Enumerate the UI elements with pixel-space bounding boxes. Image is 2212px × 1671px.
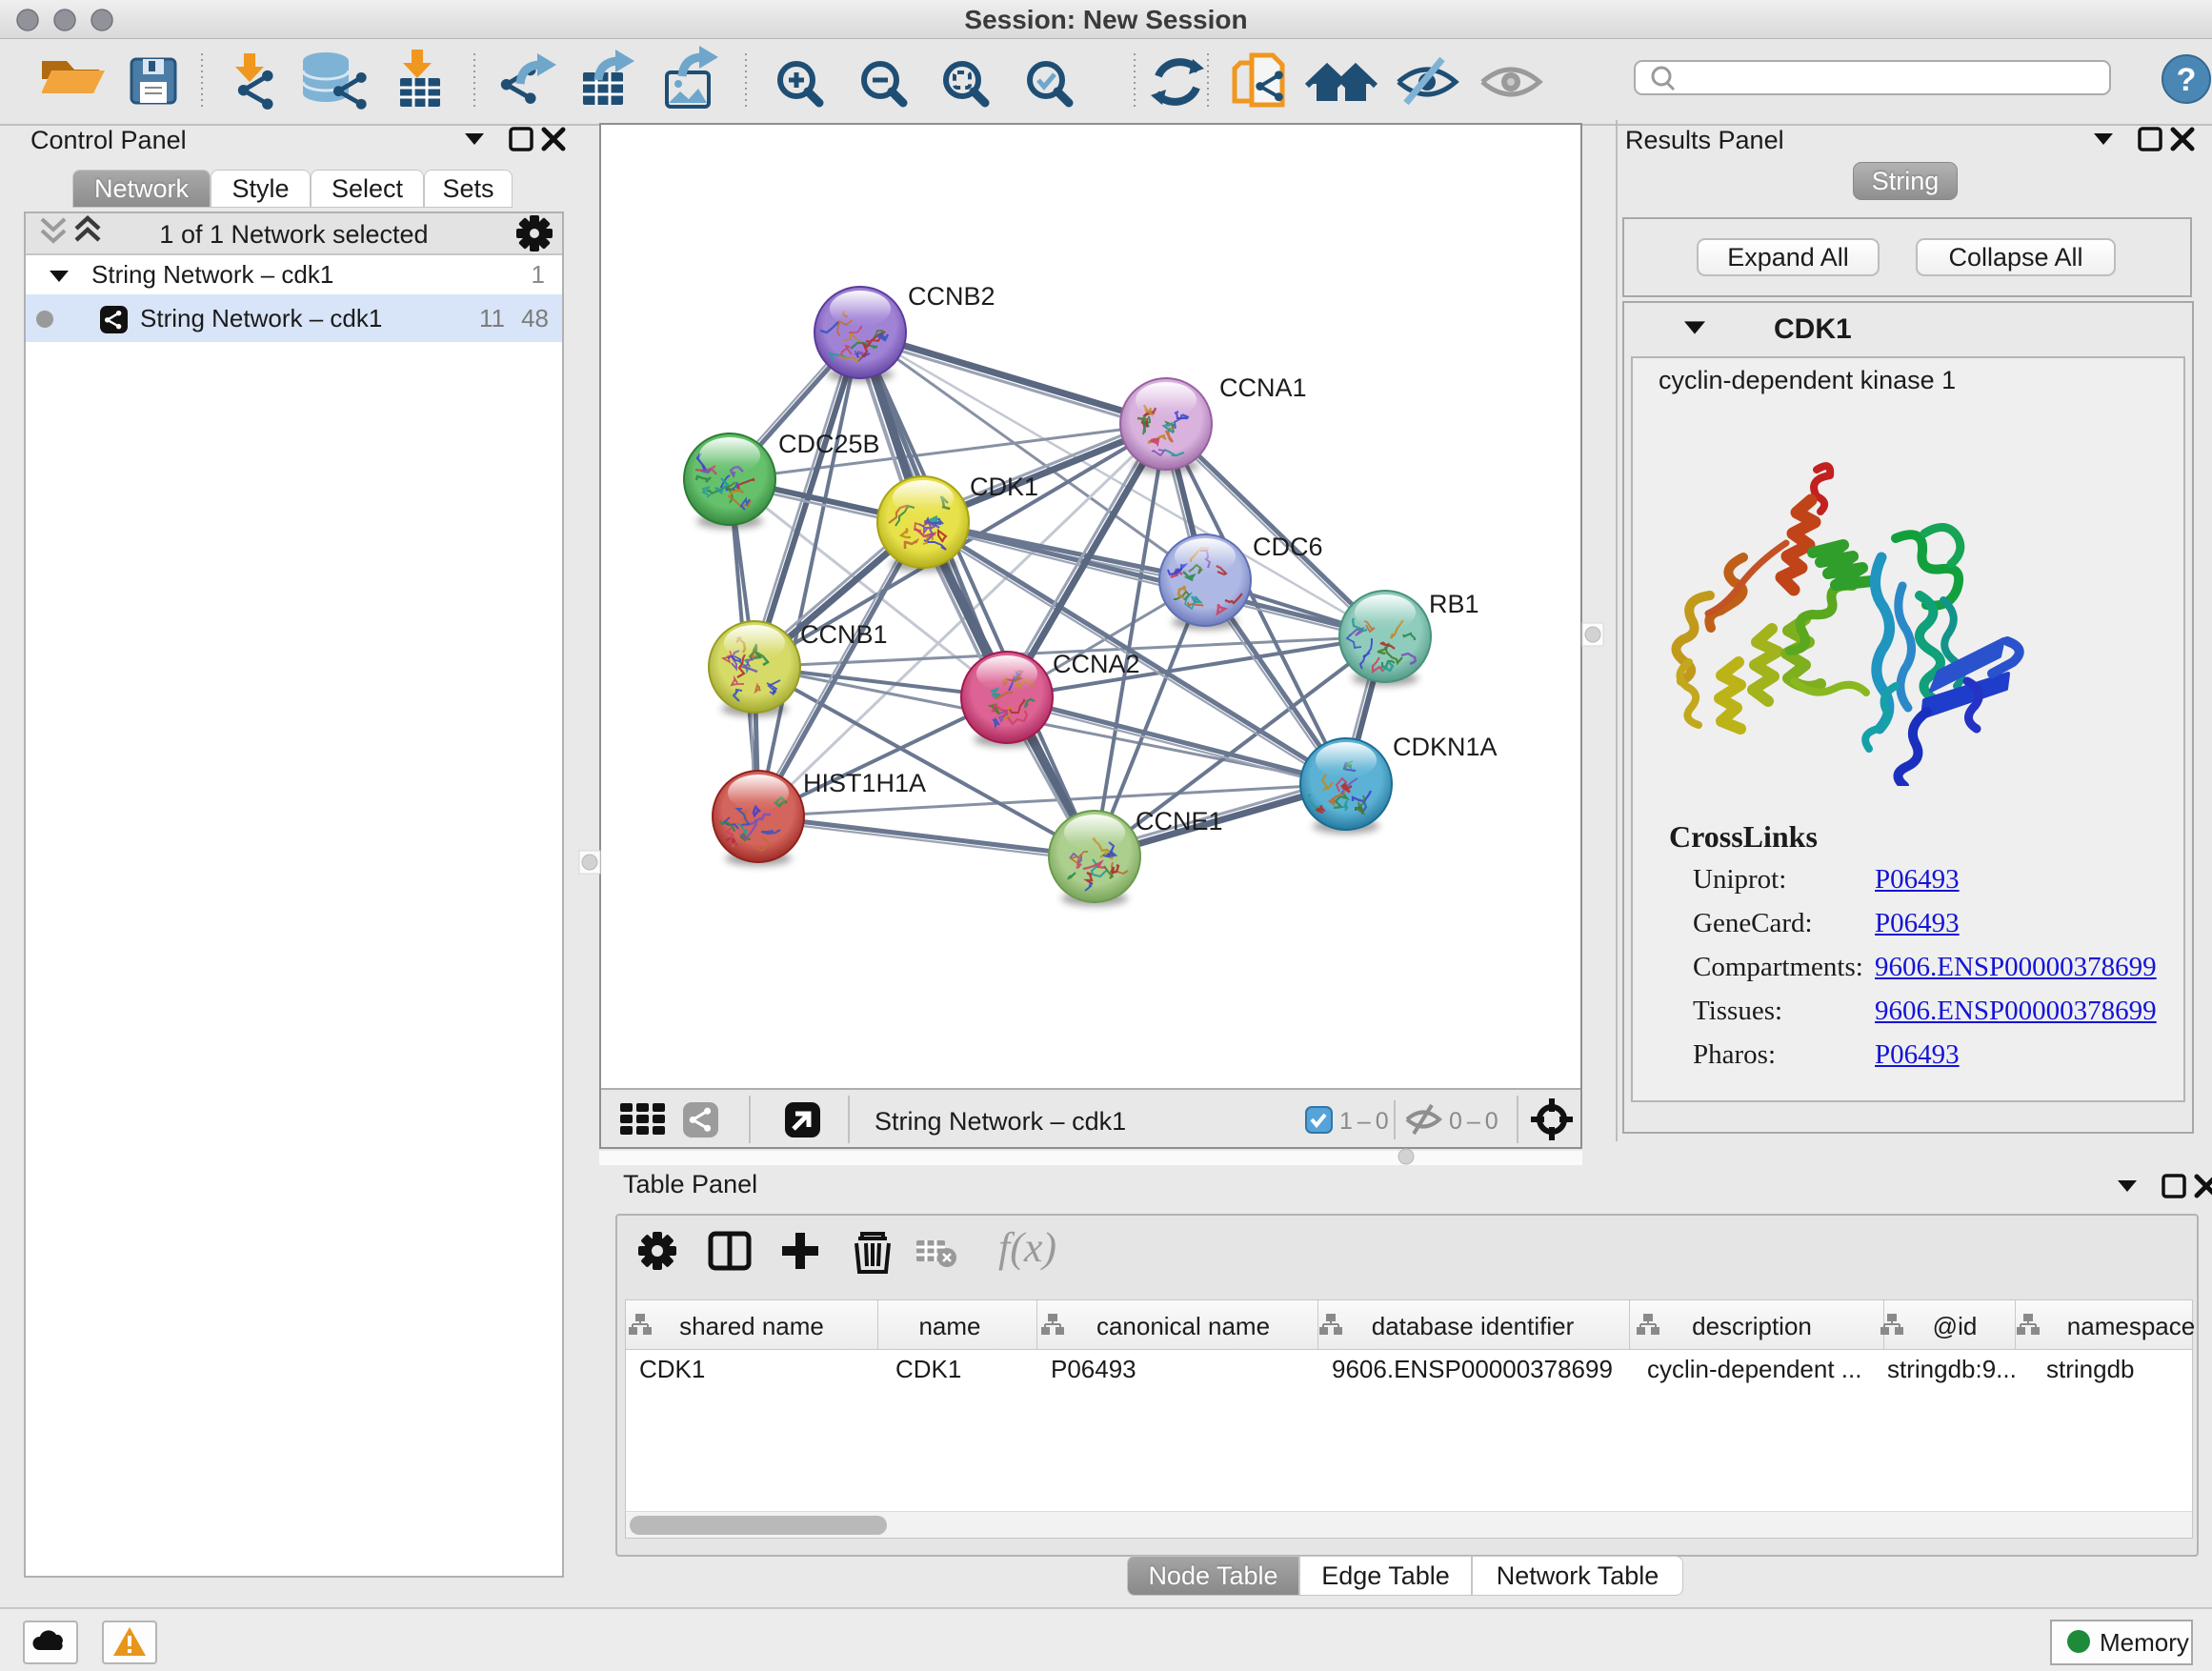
- svg-text:HIST1H1A: HIST1H1A: [803, 769, 926, 797]
- svg-text:CCNB1: CCNB1: [800, 620, 888, 649]
- svg-text:CCNB2: CCNB2: [908, 282, 995, 311]
- svg-text:CCNA1: CCNA1: [1219, 373, 1307, 402]
- svg-text:CDKN1A: CDKN1A: [1393, 733, 1498, 761]
- svg-text:CCNE1: CCNE1: [1136, 807, 1223, 836]
- svg-text:CDC6: CDC6: [1253, 533, 1323, 561]
- svg-text:RB1: RB1: [1429, 590, 1479, 618]
- svg-text:CDC25B: CDC25B: [778, 430, 880, 458]
- svg-text:CCNA2: CCNA2: [1053, 650, 1140, 678]
- svg-text:CDK1: CDK1: [970, 473, 1038, 501]
